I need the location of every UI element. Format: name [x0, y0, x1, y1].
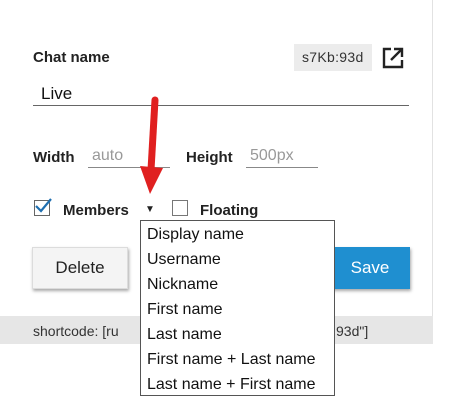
width-label: Width	[33, 149, 75, 166]
shortcode-text: shortcode: [ru	[33, 323, 119, 339]
members-checkbox[interactable]	[34, 198, 52, 216]
chat-id-badge: s7Kb:93d	[294, 44, 372, 71]
dropdown-option[interactable]: Last name + First name	[141, 372, 334, 397]
dropdown-option[interactable]: Last name	[141, 322, 334, 347]
dropdown-option[interactable]: First name + Last name	[141, 347, 334, 372]
chat-name-input[interactable]	[33, 82, 409, 106]
check-icon	[35, 198, 52, 213]
chevron-down-icon[interactable]: ▼	[145, 204, 155, 215]
shortcode-text-tail: 93d"]	[336, 323, 369, 339]
external-link-icon[interactable]	[380, 45, 406, 71]
dropdown-option[interactable]: Username	[141, 247, 334, 272]
members-display-dropdown: Display name Username Nickname First nam…	[140, 220, 335, 396]
dropdown-option[interactable]: First name	[141, 297, 334, 322]
height-input[interactable]	[246, 144, 318, 168]
red-arrow-icon	[140, 96, 163, 194]
save-button[interactable]: Save	[330, 247, 410, 289]
dropdown-option[interactable]: Nickname	[141, 272, 334, 297]
floating-checkbox[interactable]	[172, 200, 188, 216]
floating-label: Floating	[200, 202, 259, 219]
dropdown-option[interactable]: Display name	[141, 222, 334, 247]
chat-name-label: Chat name	[33, 49, 110, 66]
members-label: Members	[63, 202, 129, 219]
delete-button[interactable]: Delete	[32, 247, 128, 289]
height-label: Height	[186, 149, 233, 166]
